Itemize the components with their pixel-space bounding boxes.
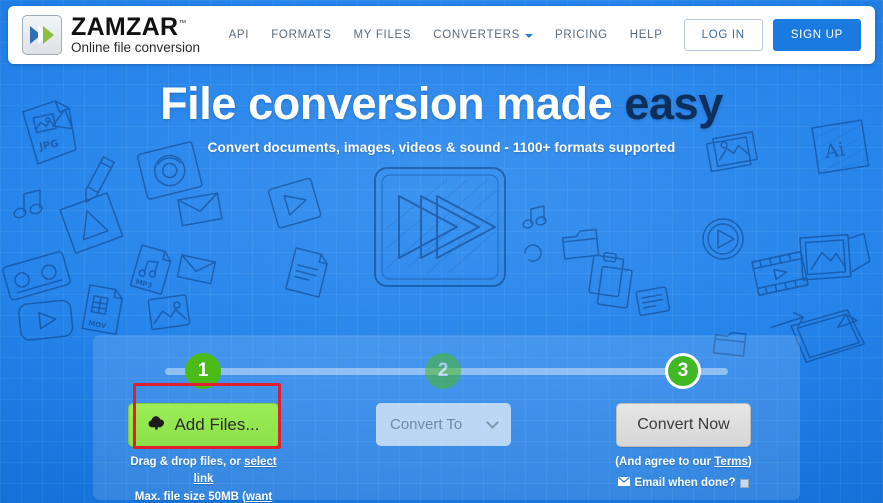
login-button[interactable]: LOG IN bbox=[683, 19, 763, 51]
step-1-number: 1 bbox=[197, 360, 209, 381]
add-files-helper-text: Drag & drop files, or select link Max. f… bbox=[121, 454, 286, 503]
nav-pricing-label: PRICING bbox=[554, 29, 608, 41]
nav-my-files[interactable]: MY FILES bbox=[342, 23, 422, 47]
terms-prefix: (And agree to our bbox=[615, 456, 715, 468]
page-title: File conversion made easy bbox=[0, 78, 883, 130]
nav-pricing[interactable]: PRICING bbox=[544, 23, 619, 47]
max-size-prefix: Max. file size 50MB ( bbox=[134, 490, 246, 503]
hero-title-part1: File bbox=[160, 78, 249, 129]
brand-logo[interactable]: ZAMZAR™ Online file conversion bbox=[22, 12, 201, 56]
nav-help-label: HELP bbox=[629, 29, 663, 41]
cloud-upload-icon bbox=[147, 415, 166, 435]
hero-title-part2: conversion bbox=[248, 78, 485, 129]
signup-button[interactable]: SIGN UP bbox=[772, 19, 861, 51]
brand-name-text: ZAMZAR bbox=[71, 12, 179, 41]
email-when-done-label: Email when done? bbox=[634, 477, 736, 490]
step-3-column: Convert Now (And agree to our Terms) Ema… bbox=[601, 403, 766, 489]
convert-now-button[interactable]: Convert Now bbox=[616, 403, 751, 447]
hero-subtitle: Convert documents, images, videos & soun… bbox=[207, 140, 676, 155]
terms-text: (And agree to our Terms) bbox=[601, 454, 766, 471]
zamzar-chevrons-icon bbox=[22, 14, 62, 55]
brand-trademark: ™ bbox=[178, 18, 187, 28]
terms-suffix: ) bbox=[747, 456, 752, 468]
hero-title-part3: made bbox=[484, 78, 625, 129]
site-header: ZAMZAR™ Online file conversion API FORMA… bbox=[8, 6, 875, 64]
chevron-down-icon bbox=[486, 416, 499, 429]
drag-drop-prefix: Drag & drop files, or bbox=[130, 456, 245, 468]
step-indicator-3: 3 bbox=[665, 353, 701, 389]
add-files-button[interactable]: Add Files... bbox=[128, 403, 279, 447]
nav-converters-label: CONVERTERS bbox=[433, 29, 520, 41]
brand-name: ZAMZAR™ bbox=[71, 12, 187, 41]
brand-tagline: Online file conversion bbox=[71, 40, 201, 56]
nav-formats[interactable]: FORMATS bbox=[260, 23, 342, 47]
hero-section: File conversion made easy Convert docume… bbox=[0, 78, 883, 155]
nav-formats-label: FORMATS bbox=[271, 29, 332, 41]
add-files-label: Add Files... bbox=[174, 415, 260, 434]
convert-to-select[interactable]: Convert To bbox=[376, 403, 511, 446]
step-1-column: Add Files... Drag & drop files, or selec… bbox=[121, 403, 286, 503]
envelope-icon bbox=[617, 477, 630, 489]
nav-api[interactable]: API bbox=[218, 23, 261, 47]
email-when-done-checkbox[interactable] bbox=[740, 478, 750, 488]
nav-my-files-label: MY FILES bbox=[353, 29, 412, 41]
email-when-done-row: Email when done? bbox=[601, 477, 766, 489]
chevron-down-icon bbox=[524, 34, 533, 38]
step-2-column: Convert To bbox=[361, 403, 526, 446]
step-indicator-2: 2 bbox=[425, 353, 461, 389]
main-navigation: API FORMATS MY FILES CONVERTERS PRICING … bbox=[218, 19, 861, 51]
converter-panel: 1 2 3 Add Files... Drag & drop files, or… bbox=[93, 335, 800, 503]
step-3-number: 3 bbox=[677, 360, 689, 381]
hero-title-part4: easy bbox=[624, 78, 723, 129]
step-2-number: 2 bbox=[437, 360, 449, 381]
nav-api-label: API bbox=[228, 29, 250, 41]
max-size-line: Max. file size 50MB (want more?) bbox=[121, 489, 286, 503]
terms-link[interactable]: Terms bbox=[714, 456, 748, 468]
nav-converters[interactable]: CONVERTERS bbox=[422, 23, 544, 47]
convert-to-label: Convert To bbox=[390, 416, 463, 433]
drag-drop-line: Drag & drop files, or select link bbox=[121, 454, 286, 489]
step-indicator-1: 1 bbox=[185, 353, 221, 389]
nav-help[interactable]: HELP bbox=[619, 23, 674, 47]
